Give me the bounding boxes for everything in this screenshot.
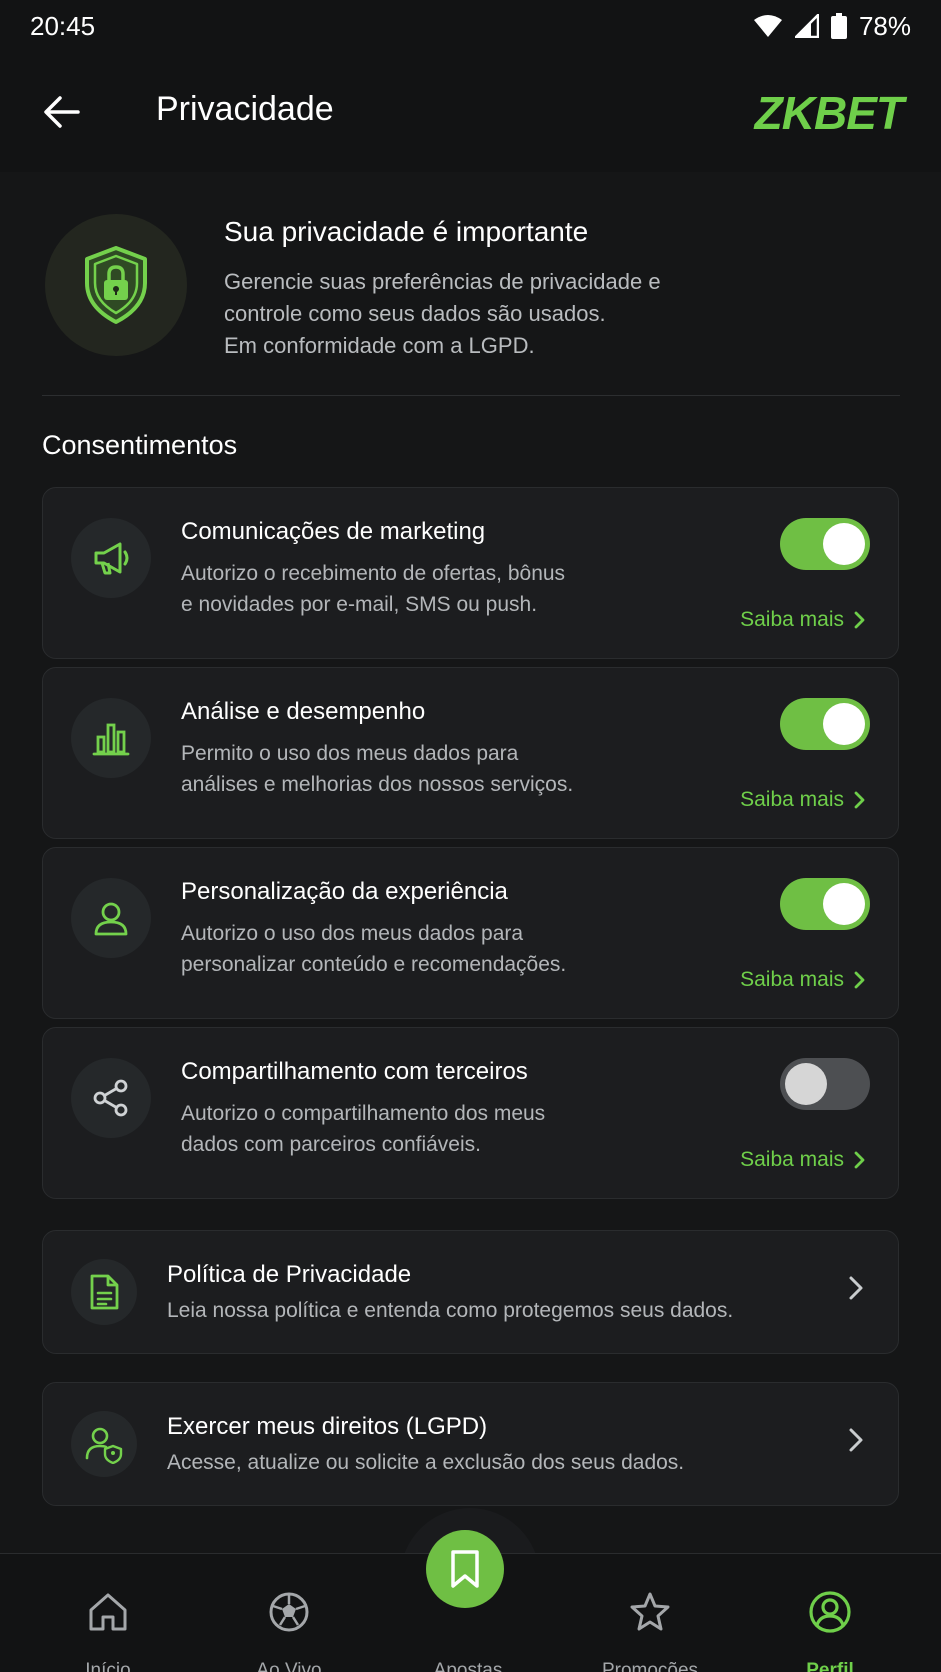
chevron-right-icon [854,791,865,809]
learn-more-label: Saiba mais [740,1148,844,1171]
consent-toggle-analytics[interactable] [780,698,870,750]
toggle-knob [823,883,865,925]
link-icon-badge [71,1259,137,1325]
page-title: Privacidade [156,90,334,128]
consent-description: Permito o uso dos meus dados para anális… [181,738,601,800]
home-icon [89,1593,127,1631]
star-icon [630,1592,670,1631]
link-title: Exercer meus direitos (LGPD) [167,1413,488,1440]
hero-description-line: Em conformidade com a LGPD. [224,333,535,358]
nav-label: Apostas [433,1660,503,1672]
hero-title: Sua privacidade é importante [224,216,589,247]
nav-label: Perfil [806,1660,854,1672]
consent-icon-badge [71,698,151,778]
consent-title: Análise e desempenho [181,698,426,725]
consent-title: Personalização da experiência [181,878,508,905]
learn-more-link[interactable]: Saiba mais [740,968,866,992]
status-bar: 20:45 78% [0,0,941,52]
consent-icon-badge [71,1058,151,1138]
battery-icon [830,13,847,39]
share-icon [93,1079,128,1117]
privacy-intro: Sua privacidade é importante Gerencie su… [42,212,902,372]
user-icon [94,902,128,936]
nav-label: Promoções [601,1660,699,1672]
consent-toggle-personalization[interactable] [780,878,870,930]
learn-more-label: Saiba mais [740,608,844,631]
toggle-knob [823,523,865,565]
nav-item-apostas[interactable]: Apostas [388,1590,548,1672]
chevron-right-icon [854,971,865,989]
back-button[interactable] [40,90,84,134]
status-icons: 78% [753,11,911,42]
learn-more-link[interactable]: Saiba mais [740,1148,866,1172]
learn-more-link[interactable]: Saiba mais [740,608,866,632]
brand-logo: ZKBET [754,86,904,140]
nav-label: Ao Vivo [256,1660,322,1672]
signal-icon [794,14,819,38]
document-icon [90,1274,119,1310]
soccer-ball-icon [269,1592,309,1632]
brand-logo-part-b: BET [814,87,904,139]
hero-description-line: Gerencie suas preferências de privacidad… [224,269,661,294]
divider [42,395,900,396]
hero-description: Gerencie suas preferências de privacidad… [224,266,724,362]
status-time: 20:45 [30,10,96,41]
consent-toggle-third-party[interactable] [780,1058,870,1110]
consent-description: Autorizo o recebimento de ofertas, bônus… [181,558,601,620]
consent-description-line: personalizar conteúdo e recomendações. [181,953,567,976]
bar-chart-icon [92,723,130,756]
shield-lock-icon [85,246,147,324]
consent-title: Comunicações de marketing [181,518,486,545]
chevron-right-icon [849,1276,863,1300]
consent-card-third-party: Compartilhamento com terceiros Autorizo … [42,1027,899,1199]
brand-logo-part-a: ZK [754,87,815,139]
consent-icon-badge [71,878,151,958]
consent-card-personalization: Personalização da experiência Autorizo o… [42,847,899,1019]
consent-card-marketing: Comunicações de marketing Autorizo o rec… [42,487,899,659]
section-title-consents: Consentimentos [42,430,238,460]
consent-toggle-marketing[interactable] [780,518,870,570]
learn-more-label: Saiba mais [740,788,844,811]
link-title: Política de Privacidade [167,1261,412,1288]
wifi-icon [753,15,782,37]
megaphone-icon [94,542,129,575]
profile-icon [809,1591,851,1633]
consent-icon-badge [71,518,151,598]
nav-label: Início [85,1660,131,1672]
nav-item-promocoes[interactable]: Promoções [570,1590,730,1672]
bookmark-icon [451,1550,479,1588]
app-bar: Privacidade ZKBET [0,52,941,172]
consent-description: Autorizo o uso dos meus dados para perso… [181,918,601,980]
toggle-knob [823,703,865,745]
consent-description-line: Permito o uso dos meus dados para [181,742,519,765]
arrow-left-icon [44,96,80,128]
battery-level: 78% [858,10,911,41]
link-description: Acesse, atualize ou solicite a exclusão … [167,1451,685,1474]
learn-more-link[interactable]: Saiba mais [740,788,866,812]
consent-description-line: e novidades por e-mail, SMS ou push. [181,593,538,616]
consent-title: Compartilhamento com terceiros [181,1058,528,1085]
nav-item-perfil[interactable]: Perfil [750,1590,910,1672]
chevron-right-icon [854,1151,865,1169]
consent-card-analytics: Análise e desempenho Permito o uso dos m… [42,667,899,839]
learn-more-label: Saiba mais [740,968,844,991]
consent-description-line: Autorizo o recebimento de ofertas, bônus [181,562,566,585]
privacy-policy-link[interactable]: Política de Privacidade Leia nossa polít… [42,1230,899,1354]
nav-item-inicio[interactable]: Início [28,1590,188,1672]
consent-description-line: Autorizo o uso dos meus dados para [181,922,524,945]
chevron-right-icon [849,1428,863,1452]
exercise-rights-link[interactable]: Exercer meus direitos (LGPD) Acesse, atu… [42,1382,899,1506]
nav-item-ao-vivo[interactable]: Ao Vivo [209,1590,369,1672]
consent-description-line: Autorizo o compartilhamento dos meus [181,1102,546,1125]
consent-description: Autorizo o compartilhamento dos meus dad… [181,1098,601,1160]
link-description: Leia nossa política e entenda como prote… [167,1299,734,1322]
link-icon-badge [71,1411,137,1477]
toggle-knob [785,1063,827,1105]
shield-lock-badge [45,214,187,356]
consent-description-line: análises e melhorias dos nossos serviços… [181,773,574,796]
consent-description-line: dados com parceiros confiáveis. [181,1133,481,1156]
user-shield-icon [85,1427,123,1464]
hero-description-line: controle como seus dados são usados. [224,301,606,326]
chevron-right-icon [854,611,865,629]
